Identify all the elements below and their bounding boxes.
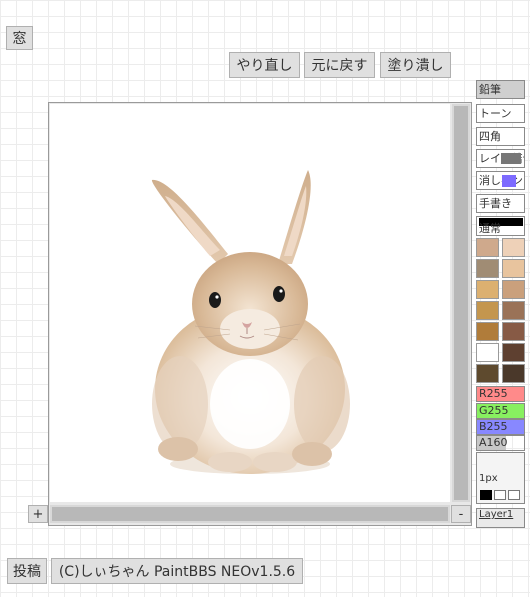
tool-pencil[interactable]: 鉛筆 [476, 80, 525, 99]
palette-swatch[interactable] [476, 259, 499, 278]
credit-link[interactable]: (C)しぃちゃん PaintBBS NEOv1.5.6 [51, 558, 303, 584]
tool-label: 手書き [479, 197, 512, 210]
palette-swatch[interactable] [502, 280, 525, 299]
eraser-color-icon [502, 175, 516, 187]
tool-label: 通常 [479, 222, 501, 235]
tool-rect[interactable]: 四角 [476, 127, 525, 146]
pen-size-large[interactable] [508, 490, 520, 500]
palette-swatch[interactable] [476, 301, 499, 320]
tool-layer-merge[interactable]: レイヤ結合 [476, 149, 525, 168]
window-button[interactable]: 窓 [6, 26, 33, 50]
palette-swatch[interactable] [502, 238, 525, 257]
vertical-scroll-thumb[interactable] [454, 106, 468, 500]
green-slider[interactable]: G255 [476, 403, 525, 419]
tool-normal[interactable]: 通常 [476, 216, 525, 236]
pen-size-label: 1px [479, 473, 498, 484]
vertical-scrollbar[interactable] [452, 104, 470, 502]
red-slider-label: R255 [479, 387, 508, 400]
tool-label: 鉛筆 [479, 83, 501, 96]
palette-swatch[interactable] [502, 322, 525, 341]
layer-name: Layer1 [479, 509, 514, 520]
alpha-slider-label: A160 [479, 436, 508, 449]
pen-size-panel[interactable]: 1px [476, 452, 525, 504]
tool-label: 消しペン [479, 174, 523, 187]
tool-tone[interactable]: トーン [476, 104, 525, 123]
blue-slider[interactable]: B255 [476, 419, 525, 435]
horizontal-scrollbar[interactable] [50, 505, 450, 523]
pen-size-medium[interactable] [494, 490, 506, 500]
red-slider[interactable]: R255 [476, 386, 525, 402]
palette-swatch[interactable] [476, 343, 499, 362]
tool-handwriting[interactable]: 手書き [476, 194, 525, 213]
redo-button[interactable]: やり直し [229, 52, 300, 78]
undo-button[interactable]: 元に戻す [304, 52, 375, 78]
merge-icon [501, 153, 521, 164]
palette-swatch[interactable] [476, 238, 499, 257]
tool-eraser[interactable]: 消しペン [476, 171, 525, 190]
tool-label: トーン [479, 107, 512, 120]
rabbit-drawing [151, 170, 350, 474]
palette-swatch[interactable] [476, 322, 499, 341]
pen-size-small[interactable] [480, 490, 492, 500]
alpha-slider[interactable]: A160 [476, 435, 525, 451]
palette-swatch[interactable] [502, 343, 525, 362]
zoom-out-button[interactable]: - [451, 505, 471, 523]
tool-label: 四角 [479, 130, 501, 143]
horizontal-scroll-thumb[interactable] [52, 507, 448, 521]
palette-swatch[interactable] [502, 259, 525, 278]
layer-panel[interactable]: Layer1 [476, 508, 525, 528]
zoom-in-button[interactable]: + [28, 505, 48, 523]
palette-swatch[interactable] [502, 301, 525, 320]
drawing-canvas[interactable] [50, 104, 450, 502]
fill-button[interactable]: 塗り潰し [380, 52, 451, 78]
green-slider-label: G255 [479, 404, 509, 417]
palette-swatch[interactable] [502, 364, 525, 383]
palette-swatch[interactable] [476, 280, 499, 299]
palette-swatch[interactable] [476, 364, 499, 383]
post-button[interactable]: 投稿 [7, 558, 47, 584]
blue-slider-label: B255 [479, 420, 508, 433]
